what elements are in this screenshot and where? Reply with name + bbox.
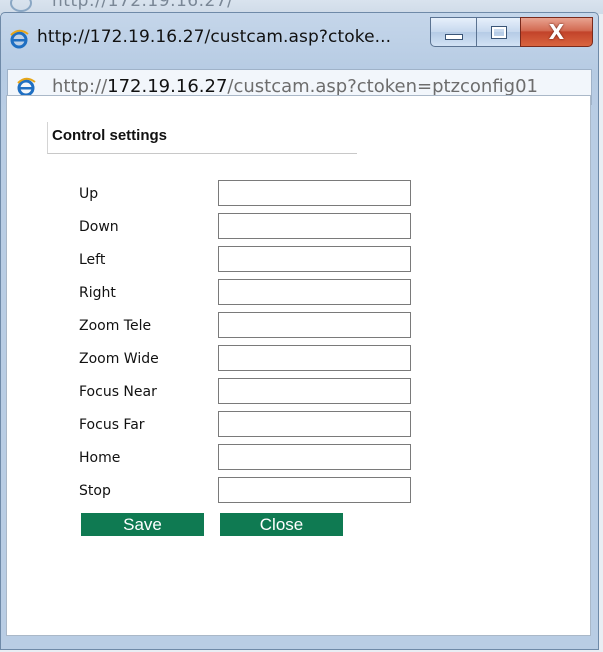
input-zoom-wide[interactable] [218,345,411,371]
close-button[interactable]: Close [220,513,343,536]
input-home[interactable] [218,444,411,470]
label-up: Up [79,186,99,202]
maximize-icon [490,25,507,39]
label-focus-near: Focus Near [79,384,157,400]
minimize-button[interactable] [430,17,477,47]
section-title: Control settings [47,122,357,154]
minimize-icon [444,34,463,40]
save-button[interactable]: Save [81,513,204,536]
ie-logo-icon [10,0,32,12]
input-right[interactable] [218,279,411,305]
ie-logo-icon [17,77,36,97]
label-zoom-wide: Zoom Wide [79,351,159,367]
label-left: Left [79,252,106,268]
input-focus-near[interactable] [218,378,411,404]
close-icon: X [548,20,565,44]
url-host: 172.19.16.27 [107,76,228,97]
label-home: Home [79,450,121,466]
title-bar[interactable]: http://172.19.16.27/custcam.asp?ctoke...… [1,13,598,65]
window-title: http://172.19.16.27/custcam.asp?ctoke... [37,27,392,47]
label-down: Down [79,219,119,235]
url-path: /custcam.asp?ctoken=ptzconfig01 [227,76,538,97]
input-stop[interactable] [218,477,411,503]
label-zoom-tele: Zoom Tele [79,318,152,334]
input-up[interactable] [218,180,411,206]
input-down[interactable] [218,213,411,239]
input-zoom-tele[interactable] [218,312,411,338]
page-content: Control settings Up Down Left Right Zoom… [6,95,591,636]
label-stop: Stop [79,483,111,499]
ie-logo-icon [10,29,29,49]
background-url: http://172.19.16.27/ [52,0,234,11]
label-focus-far: Focus Far [79,417,145,433]
label-right: Right [79,285,116,301]
input-left[interactable] [218,246,411,272]
input-focus-far[interactable] [218,411,411,437]
close-window-button[interactable]: X [520,17,593,47]
url-scheme: http:// [52,76,108,97]
maximize-button[interactable] [476,17,521,47]
address-url: http://172.19.16.27/custcam.asp?ctoken=p… [52,76,538,97]
